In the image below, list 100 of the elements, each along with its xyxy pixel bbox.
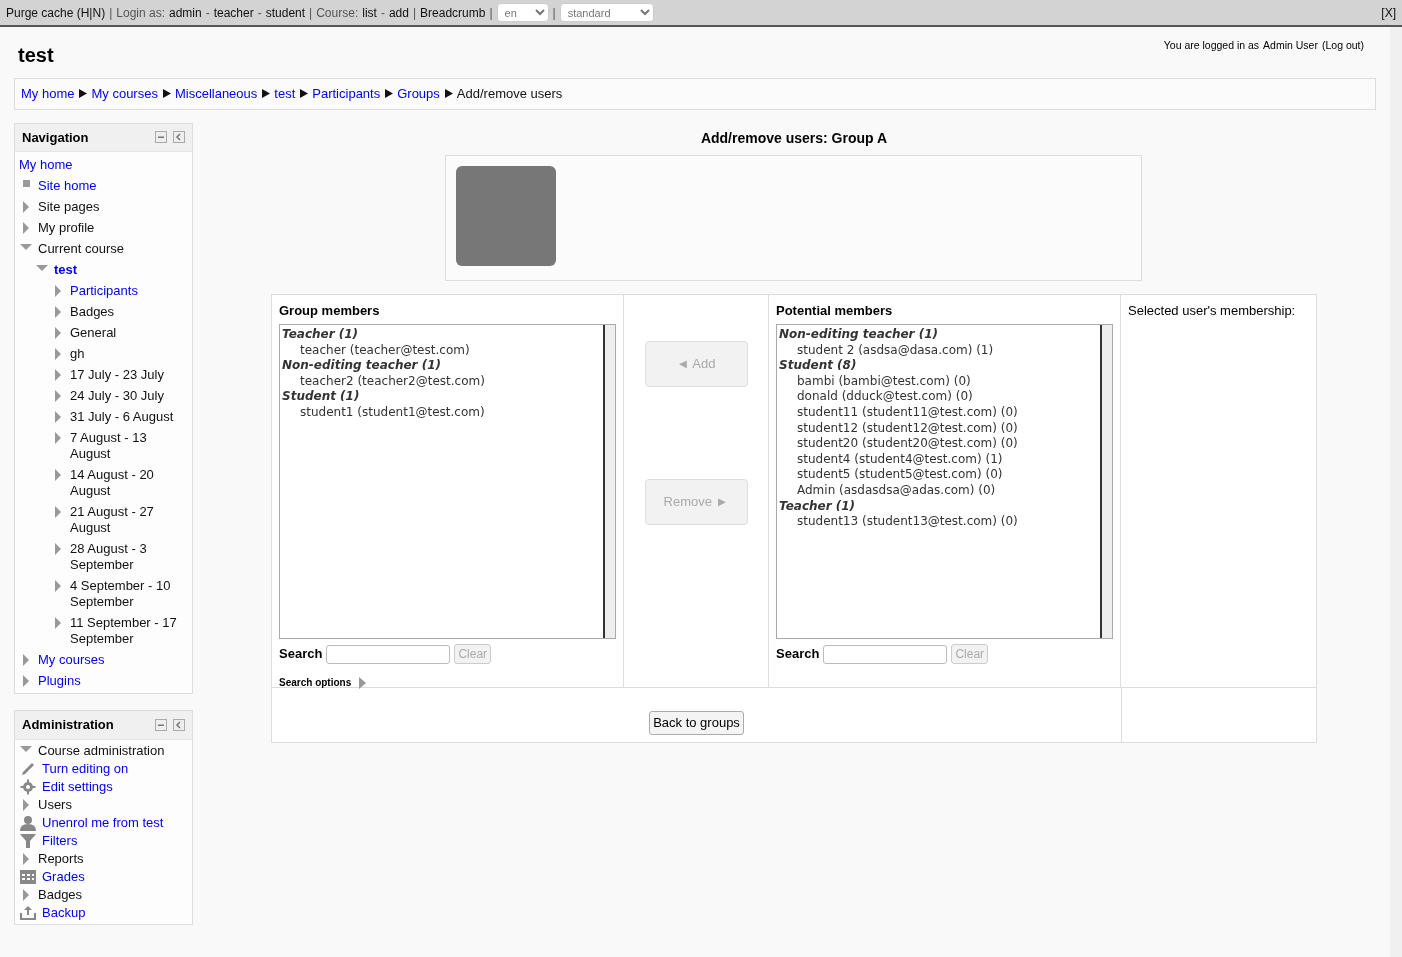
user-option[interactable]: student11 (student11@test.com) (0) (777, 404, 1018, 421)
search-field[interactable] (326, 644, 451, 664)
pane-title: Group members (279, 301, 381, 320)
nav-item-label[interactable]: General (70, 324, 117, 341)
nav-link-item[interactable]: Turn editing on (42, 760, 129, 777)
nav-item-label[interactable]: 14 August - 20 August (70, 466, 188, 499)
search-field[interactable] (823, 644, 948, 664)
collapsed-arrow-icon (359, 676, 367, 689)
user-option[interactable]: student 2 (asdsa@dasa.com) (1) (777, 342, 1018, 359)
nav-item-label[interactable]: Site pages (38, 198, 100, 215)
search-options-link[interactable]: Search options (279, 675, 352, 690)
nav-link-item[interactable]: Plugins (38, 672, 81, 689)
breadcrumb-arrow-icon (261, 89, 271, 99)
dev-link[interactable]: Purge cache (H|N) (6, 3, 106, 22)
user-option[interactable]: student20 (student20@test.com) (0) (777, 436, 1018, 452)
trail-link[interactable]: My home (21, 84, 75, 104)
dev-link[interactable]: add (388, 3, 409, 22)
nav-item-label[interactable]: Badges (38, 886, 83, 903)
logout-link[interactable]: (Log out) (1321, 38, 1364, 70)
nav-item-label[interactable]: 11 September - 17 September (70, 614, 188, 647)
dock-icon (173, 131, 185, 144)
nav-item-label[interactable]: 4 September - 10 September (70, 577, 188, 610)
nav-link-item[interactable]: test (54, 261, 78, 278)
trail-link[interactable]: Participants (312, 84, 381, 104)
scrollbar[interactable] (1100, 325, 1112, 638)
nav-item-label[interactable]: gh (70, 345, 85, 362)
dev-label: - (205, 4, 210, 22)
nav-link-item[interactable]: My home (19, 156, 73, 173)
scrollbar[interactable] (603, 325, 615, 638)
nav-item-label[interactable]: 28 August - 3 September (70, 540, 188, 573)
nav-item-label[interactable]: 31 July - 6 August (70, 408, 174, 425)
nav-item-label[interactable]: 21 August - 27 August (70, 503, 188, 536)
minimize-icon (155, 718, 167, 731)
user-option[interactable]: donald (dduck@test.com) (0) (777, 389, 1018, 405)
role-group-label: Teacher (1) (778, 498, 857, 515)
square-bullet-icon (22, 179, 30, 187)
dock-icon (173, 718, 185, 731)
user-option[interactable]: student4 (student4@test.com) (1) (777, 451, 1018, 468)
nav-item-label[interactable]: Reports (38, 850, 84, 867)
user-option[interactable]: student5 (student5@test.com) (0) (777, 467, 1018, 483)
minimize-icon (155, 131, 167, 144)
dev-link[interactable]: admin (169, 3, 202, 22)
breadcrumb-arrow-icon (443, 89, 453, 99)
dev-link[interactable]: teacher (213, 3, 254, 22)
nav-item-label[interactable]: My profile (38, 219, 95, 236)
nav-item-label[interactable]: 17 July - 23 July (70, 366, 164, 383)
nav-link-item[interactable]: Backup (42, 904, 86, 921)
search-label: Search (776, 645, 820, 664)
block-title: Navigation (22, 128, 89, 147)
trail-current: Add/remove users (456, 85, 563, 103)
role-group-label: Student (1) (281, 389, 361, 405)
user-link[interactable]: Admin User (1263, 38, 1318, 70)
nav-item-label[interactable]: Current course (38, 240, 124, 257)
close-link[interactable]: [X] (1381, 3, 1396, 22)
nav-link-item[interactable]: My courses (38, 651, 105, 668)
upload-icon (20, 904, 36, 921)
role-group-label: Teacher (1) (281, 327, 360, 343)
separator: | (552, 4, 556, 22)
user-option[interactable]: student1 (student1@test.com) (280, 404, 485, 421)
nav-item-label[interactable]: Course administration (38, 742, 165, 759)
trail-link[interactable]: Miscellaneous (174, 84, 258, 104)
nav-link-item[interactable]: Grades (42, 868, 85, 885)
user-list[interactable]: Teacher (1) teacher (teacher@test.com) Non-editing teacher (1) teacher2 (teacher2@test.com) Student (1) student1 (student1@test.com) (279, 324, 616, 639)
dev-label: Login as: (116, 4, 165, 22)
trail-link[interactable]: test (274, 84, 296, 104)
nav-item-label[interactable]: 24 July - 30 July (70, 387, 164, 404)
dev-link[interactable]: student (265, 3, 306, 22)
nav-item-label[interactable]: Users (38, 796, 72, 813)
user-option[interactable]: teacher2 (teacher2@test.com) (280, 373, 485, 390)
dev-link[interactable]: list (362, 3, 377, 22)
separator: | (489, 4, 493, 22)
user-option[interactable]: bambi (bambi@test.com) (0) (777, 373, 1018, 390)
nav-link-item[interactable]: Filters (42, 832, 78, 849)
nav-link-item[interactable]: Unenrol me from test (42, 814, 164, 831)
nav-link-item[interactable]: Participants (70, 282, 138, 299)
user-option[interactable]: teacher (teacher@test.com) (280, 342, 485, 359)
table-icon (20, 868, 36, 885)
user-option[interactable]: student12 (student12@test.com) (0) (777, 420, 1018, 437)
membership-label: Selected user's membership: (1128, 302, 1296, 318)
user-option[interactable]: student13 (student13@test.com) (0) (777, 514, 1018, 530)
trail-link[interactable]: My courses (91, 84, 158, 104)
role-group-label: Student (8) (778, 358, 858, 374)
nav-link-item[interactable]: Edit settings (42, 778, 113, 795)
dev-label: Course: (316, 4, 359, 22)
back-button[interactable]: Back to groups (649, 711, 744, 735)
dropdown[interactable]: standard (559, 3, 654, 22)
nav-item-label[interactable]: 7 August - 13 August (70, 429, 188, 462)
nav-item-label[interactable]: Badges (70, 303, 115, 320)
trail-link[interactable]: Groups (397, 84, 440, 104)
block-title: Administration (22, 716, 114, 734)
user-option[interactable]: Admin (asdasdsa@adas.com) (0) (777, 482, 1018, 499)
dev-link[interactable]: Breadcrumb (420, 3, 486, 22)
separator: | (412, 4, 417, 22)
dev-label: - (257, 4, 262, 22)
breadcrumb-arrow-icon (161, 89, 171, 99)
dropdown[interactable]: en (496, 3, 549, 22)
search-label: Search (279, 645, 323, 664)
role-group-label: Non-editing teacher (1) (281, 358, 442, 374)
user-list[interactable] (776, 324, 1113, 639)
nav-link-item[interactable]: Site home (38, 177, 97, 194)
